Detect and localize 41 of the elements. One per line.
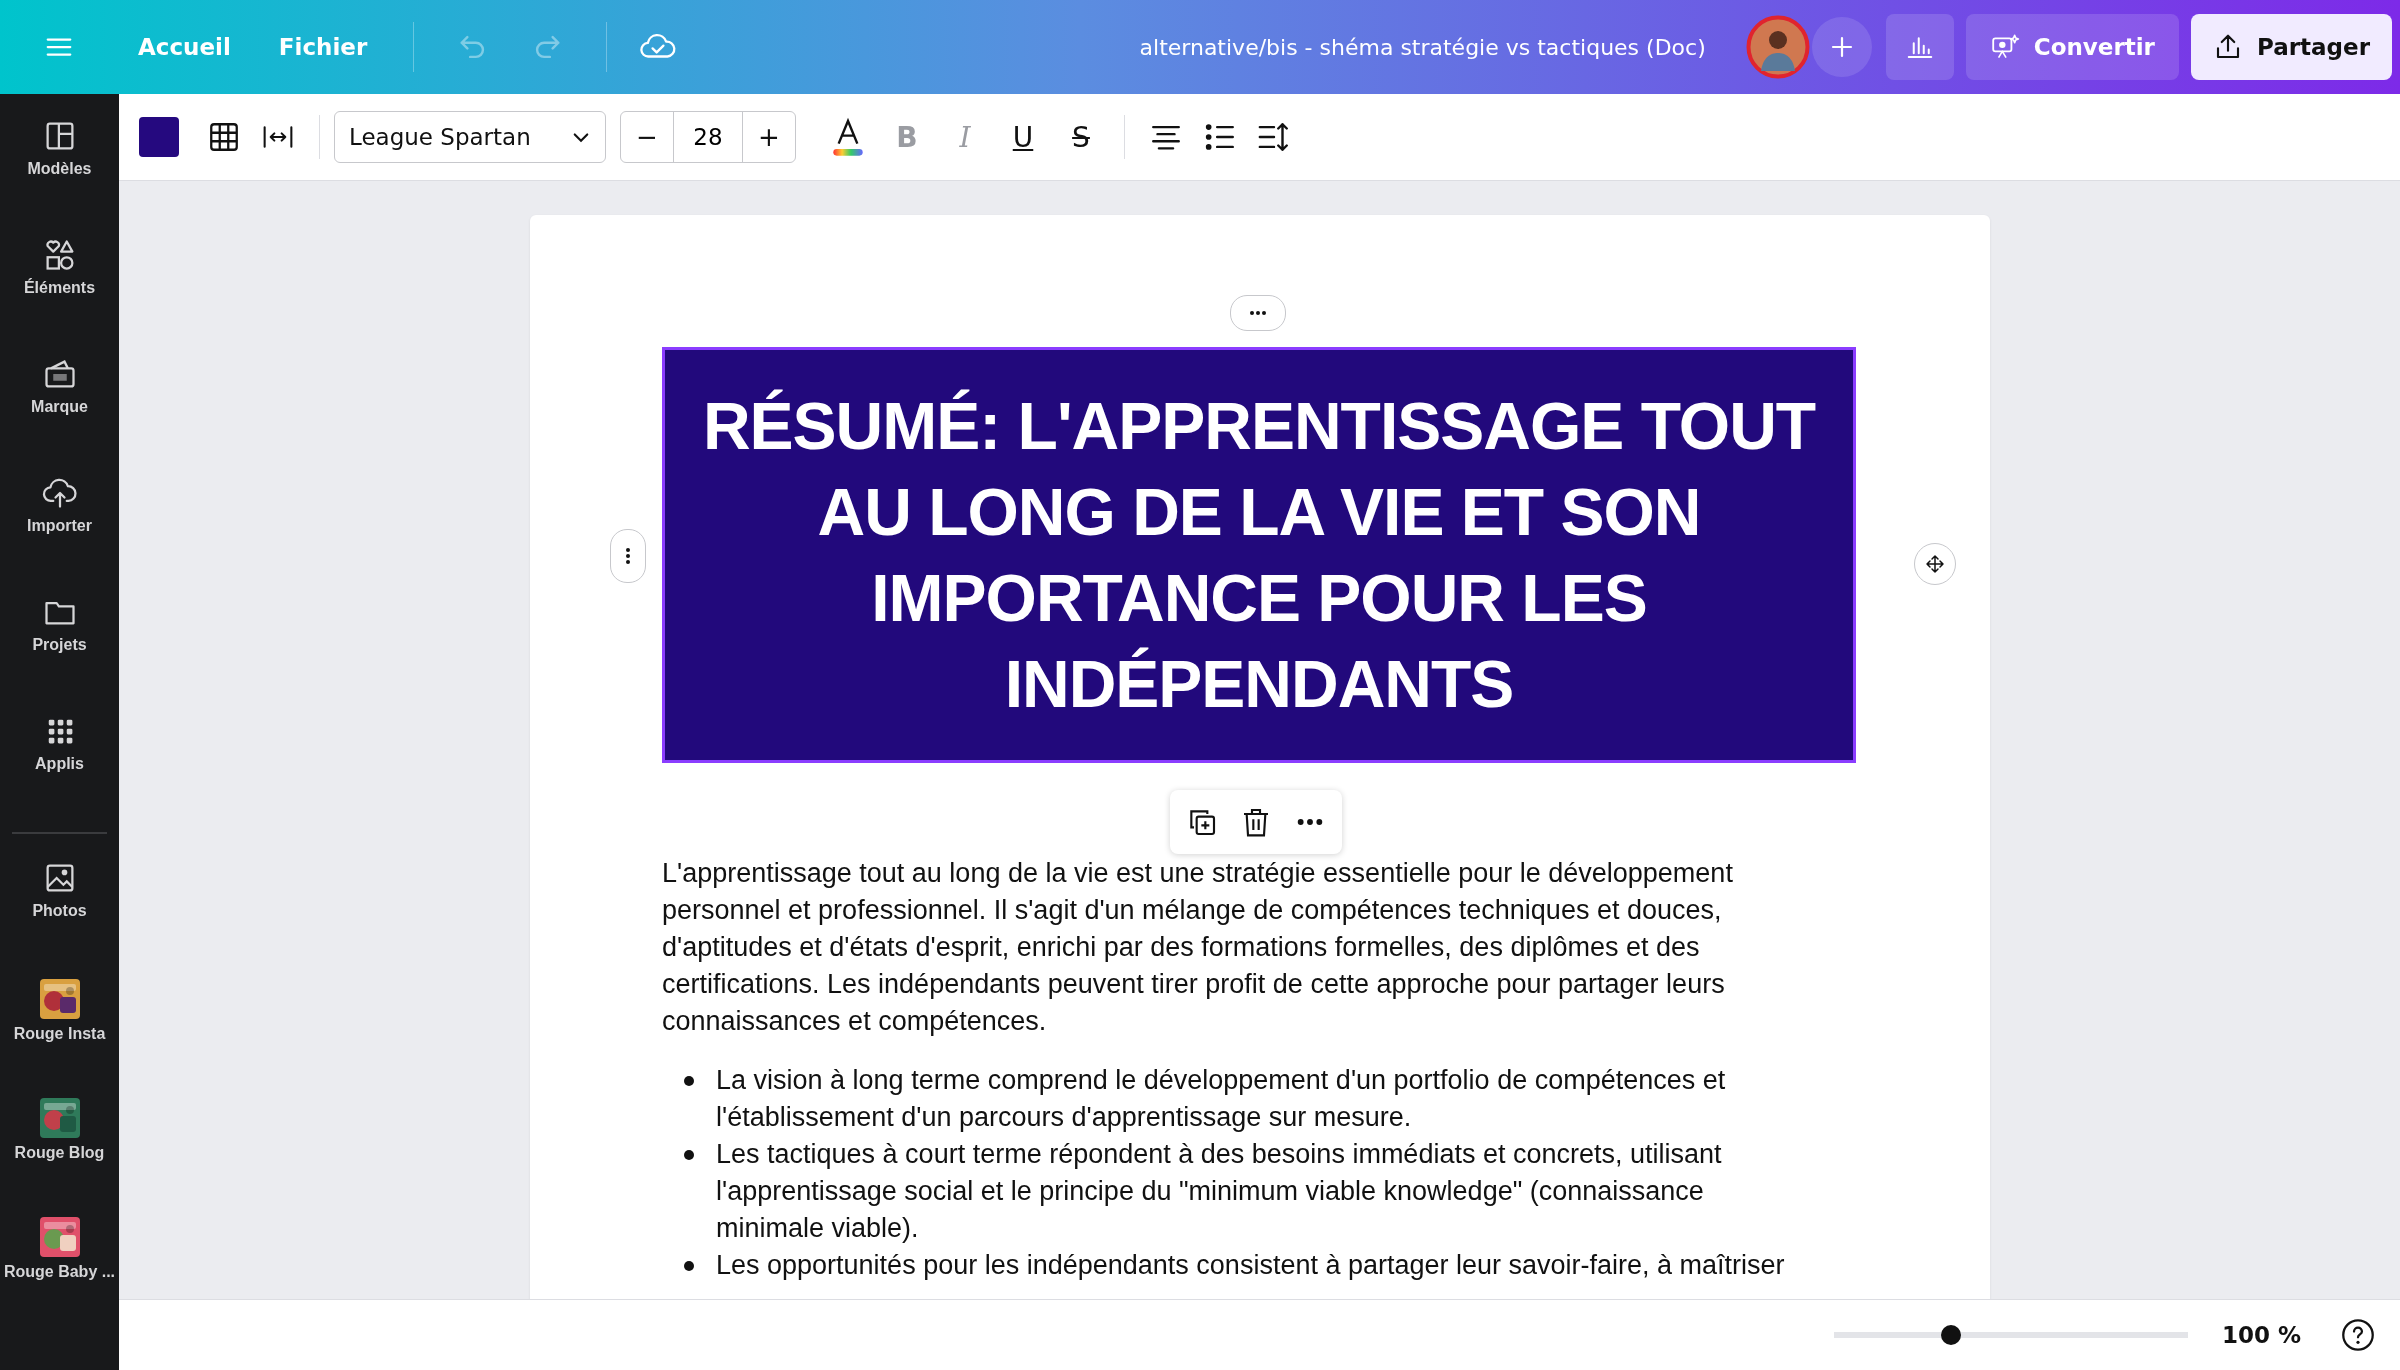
avatar[interactable] xyxy=(1745,15,1810,79)
sidebar-item[interactable]: Rouge Baby ... xyxy=(0,1217,119,1336)
kebab-handle[interactable] xyxy=(610,529,646,583)
bullet-icon xyxy=(684,1261,694,1271)
sidebar-item[interactable]: Marque xyxy=(0,356,119,475)
help-icon[interactable] xyxy=(2341,1318,2375,1352)
kebab-icon xyxy=(625,546,631,566)
sidebar-item[interactable]: Rouge Insta xyxy=(0,979,119,1098)
table-icon[interactable] xyxy=(207,120,241,154)
sidebar-item[interactable]: Importer xyxy=(0,475,119,594)
list-item-text: Les tactiques à court terme répondent à des besoins immédiats et concrets, utilisant l'apprentissage social et le principe du "minimum viable knowledge" (connaissance minimale viable). xyxy=(716,1138,1723,1245)
increase-size-button[interactable]: + xyxy=(743,112,795,162)
paragraph: L'apprentissage tout au long de la vie est une stratégie essentielle pour le développement personnel et professionnel. Il s'agit d'un mélange de compétences techniques et douces, d'aptitudes et d'états d'esprit, enrichi par des formations formelles, des diplômes et des certifications. Les indépendants peuvent tirer profit de cette approche pour partager leurs connaissances et compétences. xyxy=(662,857,1734,1038)
move-icon xyxy=(1925,554,1945,574)
zoom-level[interactable]: 100 % xyxy=(2221,1322,2301,1348)
share-button[interactable]: Partager xyxy=(2190,14,2392,80)
underline-button[interactable]: U xyxy=(997,112,1049,162)
sidebar-item[interactable]: Applis xyxy=(0,713,119,832)
sidebar-item[interactable]: Projets xyxy=(0,594,119,713)
sidebar-item[interactable]: Modèles xyxy=(0,118,119,237)
sidebar-item[interactable]: Photos xyxy=(0,860,119,979)
sidebar-item[interactable]: Éléments xyxy=(0,237,119,356)
bullet-icon xyxy=(684,1076,694,1086)
bullet-icon xyxy=(684,1150,694,1160)
heading-text-box[interactable]: RÉSUMÉ: L'APPRENTISSAGE TOUT AU LONG DE LA VIE ET SON IMPORTANCE POUR LES INDÉPENDANTS xyxy=(662,347,1856,763)
list-item-text: La vision à long terme comprend le développement d'un portfolio de compétences et l'établissement d'un parcours d'apprentissage sur mesure. xyxy=(716,1064,1727,1134)
font-dropdown[interactable]: League Spartan xyxy=(334,111,606,163)
add-collaborator-button[interactable] xyxy=(1811,17,1872,77)
insights-button[interactable] xyxy=(1885,14,1954,80)
font-size-field[interactable]: 28 xyxy=(673,112,743,162)
convert-button[interactable]: Convertir xyxy=(1965,14,2179,80)
document-title[interactable]: alternative/bis - shéma stratégie vs tactiques (Doc) xyxy=(1139,34,1706,60)
strike-button[interactable]: S xyxy=(1055,112,1107,162)
slider-thumb[interactable] xyxy=(1941,1325,1962,1345)
decrease-size-button[interactable]: − xyxy=(621,112,673,162)
line-spacing-icon[interactable] xyxy=(1257,120,1291,154)
sidebar-item[interactable]: Rouge Blog xyxy=(0,1098,119,1217)
color-swatch[interactable] xyxy=(139,117,179,157)
list-item-text: Les opportunités pour les indépendants consistent à partager leur savoir-faire, à maîtriser xyxy=(716,1249,1785,1282)
move-handle[interactable] xyxy=(1914,543,1956,585)
more-icon xyxy=(1248,310,1268,316)
